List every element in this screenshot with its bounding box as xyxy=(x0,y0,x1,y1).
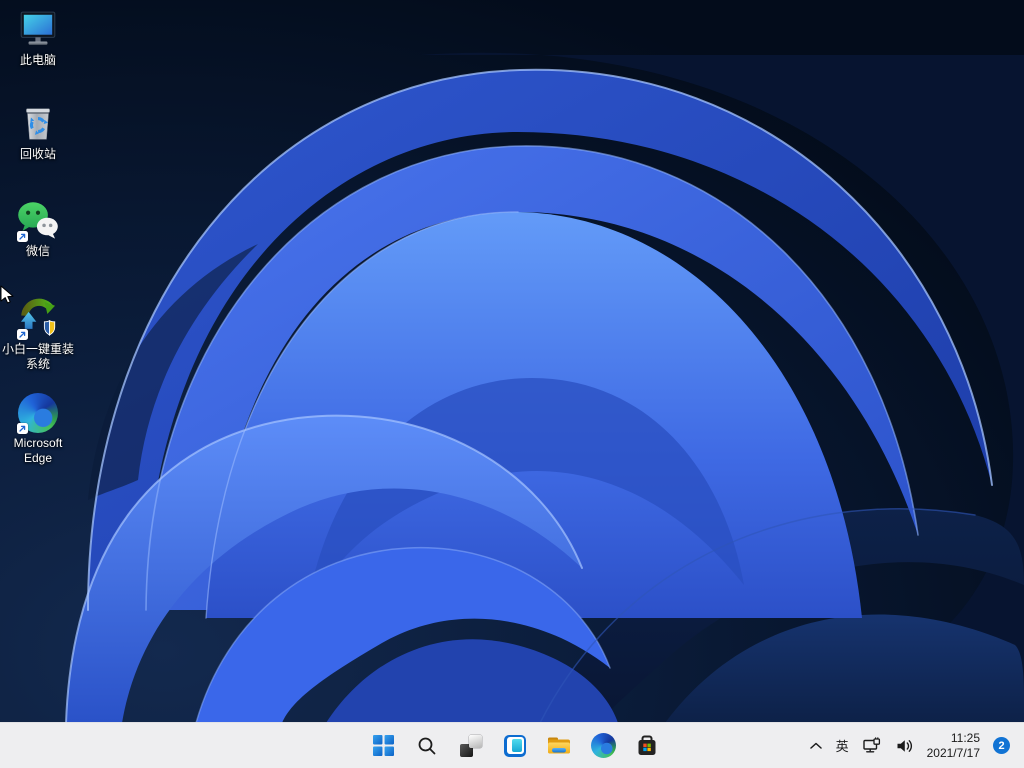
shortcut-arrow-icon xyxy=(17,423,28,434)
icon-label-xiaobai-reinstall: 小白一键重装系统 xyxy=(1,342,74,371)
tray-overflow-button[interactable] xyxy=(803,726,829,766)
desktop-icon-recycle-bin[interactable]: 回收站 xyxy=(0,102,76,162)
desktop: 此电脑 回收站 微信 小白一键重装系统 Microsoft Edge xyxy=(0,0,1024,723)
microsoft-store-icon xyxy=(638,735,656,755)
icon-label-microsoft-edge: Microsoft Edge xyxy=(13,436,63,465)
wallpaper-bloom xyxy=(0,0,1024,723)
task-view-button[interactable] xyxy=(451,726,491,766)
widgets-button[interactable] xyxy=(495,726,535,766)
icon-label-wechat: 微信 xyxy=(25,244,50,258)
chevron-up-icon xyxy=(809,742,822,749)
desktop-icon-microsoft-edge[interactable]: Microsoft Edge xyxy=(0,391,76,466)
search-icon xyxy=(418,737,436,754)
start-icon xyxy=(372,735,394,756)
desktop-icon-xiaobai-reinstall[interactable]: 小白一键重装系统 xyxy=(0,297,76,372)
widgets-icon xyxy=(504,734,526,757)
clock-date: 2021/7/17 xyxy=(926,745,980,760)
shortcut-arrow-icon xyxy=(17,231,28,242)
desktop-icon-wechat[interactable]: 微信 xyxy=(0,199,76,259)
notification-badge[interactable]: 2 xyxy=(993,737,1010,754)
task-view-icon xyxy=(460,734,482,757)
volume-button[interactable] xyxy=(889,726,921,766)
search-button[interactable] xyxy=(407,726,447,766)
file-explorer-icon xyxy=(548,737,570,753)
taskbar: 英 11:25 2021/7/17 2 xyxy=(0,722,1024,768)
this-pc-icon xyxy=(20,11,56,45)
taskbar-center-buttons xyxy=(363,723,667,768)
system-tray: 英 11:25 2021/7/17 2 xyxy=(803,723,1024,768)
microsoft-store-button[interactable] xyxy=(627,726,667,766)
edge-button[interactable] xyxy=(583,726,623,766)
clock-time: 11:25 xyxy=(950,730,980,745)
speaker-icon xyxy=(897,739,912,752)
ethernet-icon xyxy=(862,737,880,753)
icon-label-recycle-bin: 回收站 xyxy=(19,147,56,161)
shortcut-arrow-icon xyxy=(17,329,28,340)
icon-label-this-pc: 此电脑 xyxy=(19,53,56,67)
desktop-icon-this-pc[interactable]: 此电脑 xyxy=(0,8,76,68)
network-button[interactable] xyxy=(856,726,889,766)
file-explorer-button[interactable] xyxy=(539,726,579,766)
edge-icon xyxy=(590,733,616,758)
start-button[interactable] xyxy=(363,726,403,766)
recycle-bin-icon xyxy=(26,108,50,140)
ime-indicator[interactable]: 英 xyxy=(829,726,856,766)
clock[interactable]: 11:25 2021/7/17 xyxy=(921,731,986,761)
